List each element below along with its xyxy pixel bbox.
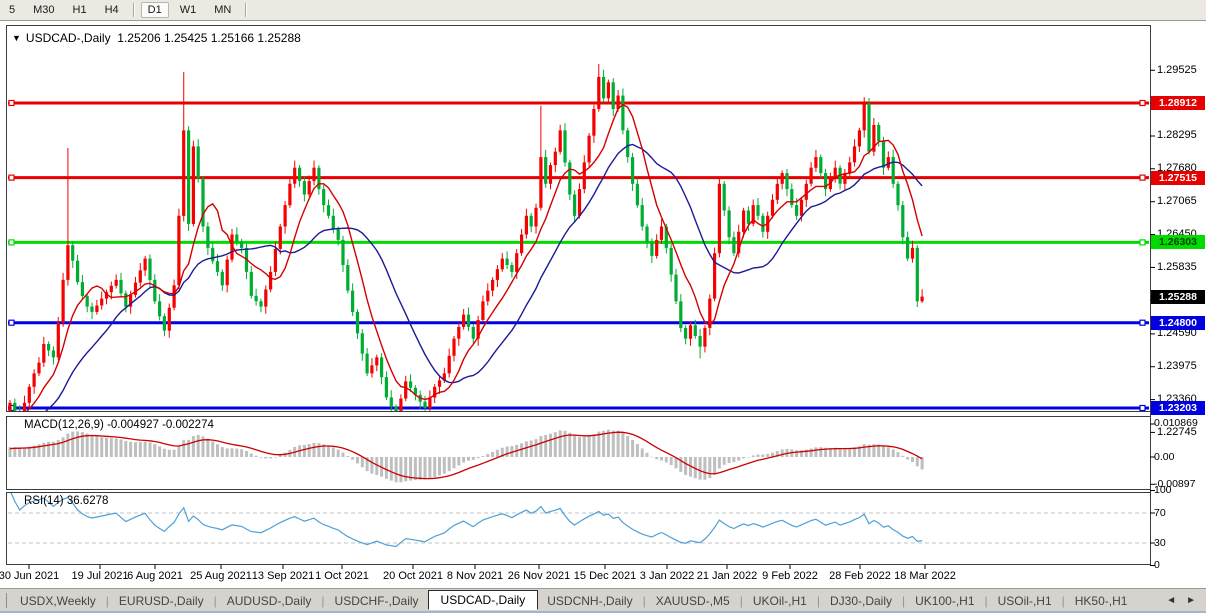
price-tick-label: 1.25835: [1157, 260, 1197, 273]
date-axis-label: 20 Oct 2021: [383, 570, 443, 582]
timeframe-button-mn[interactable]: MN: [207, 2, 238, 18]
rsi-axis-label: 0: [1154, 559, 1160, 571]
date-axis-label: 6 Aug 2021: [127, 570, 183, 582]
date-axis-label: 3 Jan 2022: [639, 570, 695, 582]
timeframe-button-w1[interactable]: W1: [173, 2, 204, 18]
rsi-axis-label: 70: [1154, 506, 1166, 519]
chart-tab-usdx[interactable]: USDX,Weekly: [11, 592, 105, 610]
level-price-tag: 1.24800: [1151, 315, 1205, 330]
chart-tab-audusd[interactable]: AUDUSD-,Daily: [218, 592, 321, 610]
level-price-tag: 1.27515: [1151, 170, 1205, 185]
tab-items: USDX,Weekly | EURUSD-,Daily | AUDUSD-,Daily |…: [11, 589, 1137, 611]
level-price-tag: 1.26303: [1151, 235, 1205, 250]
chart-window: ▼ USDCAD-,Daily 1.25206 1.25425 1.25166 1…: [0, 21, 1206, 588]
date-axis-label: 1 Oct 2021: [315, 570, 369, 582]
chart-tab-bar: USDX,Weekly | EURUSD-,Daily | AUDUSD-,Daily |…: [0, 588, 1206, 612]
date-axis-label: 25 Aug 2021: [190, 570, 252, 582]
tab-scroll-left-icon[interactable]: ◄: [1166, 595, 1176, 606]
level-price-tag: 1.28912: [1151, 96, 1205, 110]
price-chart-panel[interactable]: [6, 25, 1151, 412]
rsi-axis-label: 30: [1154, 536, 1166, 549]
chart-tab-eurusd[interactable]: EURUSD-,Daily: [110, 592, 213, 610]
timeframe-button-5[interactable]: 5: [2, 2, 22, 18]
date-axis-label: 28 Feb 2022: [829, 570, 891, 582]
date-axis-label: 26 Nov 2021: [507, 570, 571, 582]
macd-axis-label: 0.010869: [1154, 417, 1198, 430]
toolbar-separator: [132, 3, 134, 17]
chart-tab-xauusd[interactable]: XAUUSD-,M5: [647, 592, 739, 610]
tab-scroll-right-icon[interactable]: ►: [1186, 595, 1196, 606]
timeframe-button-m30[interactable]: M30: [26, 2, 61, 18]
price-tick-label: 1.23975: [1157, 360, 1197, 373]
tab-scroll-arrows: ◄ ►: [1166, 595, 1196, 606]
chart-tab-ukoil[interactable]: UKOil-,H1: [744, 592, 816, 610]
price-tick-label: 1.29525: [1157, 63, 1197, 76]
date-axis-label: 13 Sep 2021: [251, 570, 315, 582]
chart-tab-usdcad[interactable]: USDCAD-,Daily: [427, 589, 539, 610]
price-tick-label: 1.28295: [1157, 129, 1197, 142]
date-axis-label: 8 Nov 2021: [446, 570, 504, 582]
macd-axis-label: 0.00: [1154, 450, 1175, 463]
chart-symbol-label: USDCAD-,Daily: [25, 31, 111, 45]
chart-tab-uk100[interactable]: UK100-,H1: [906, 592, 983, 610]
toolbar-separator: [245, 3, 247, 17]
date-axis-label: 30 Jun 2021: [0, 570, 60, 582]
timeframe-button-h4[interactable]: H4: [98, 2, 126, 18]
chart-tab-usdcnh[interactable]: USDCNH-,Daily: [538, 592, 641, 610]
rsi-axis-label: 100: [1154, 484, 1172, 496]
tab-stub: [0, 593, 7, 608]
current-price-tag: 1.25288: [1151, 289, 1205, 304]
chart-title: ▼ USDCAD-,Daily 1.25206 1.25425 1.25166 1…: [12, 31, 301, 45]
chart-tab-hk50[interactable]: HK50-,H1: [1066, 592, 1137, 610]
date-axis-label: 15 Dec 2021: [573, 570, 637, 582]
date-axis-label: 18 Mar 2022: [894, 570, 956, 582]
date-axis-label: 9 Feb 2022: [762, 570, 818, 582]
timeframe-button-d1[interactable]: D1: [140, 2, 169, 18]
chart-ohlc-values: 1.25206 1.25425 1.25166 1.25288: [117, 31, 301, 45]
price-tick-label: 1.27065: [1157, 195, 1197, 208]
rsi-panel[interactable]: [6, 492, 1151, 565]
date-axis-label: 21 Jan 2022: [696, 570, 758, 582]
trading-terminal: { "toolbar": { "buttons": [ {"label": "5…: [0, 0, 1206, 613]
macd-indicator-label: MACD(12,26,9) -0.004927 -0.002274: [24, 419, 214, 431]
timeframe-toolbar: 5 M30 H1 H4 D1 W1 MN: [0, 0, 1206, 21]
chart-tab-dj30[interactable]: DJ30-,Daily: [821, 592, 901, 610]
timeframe-button-h1[interactable]: H1: [66, 2, 94, 18]
chart-dropdown-icon[interactable]: ▼: [12, 33, 21, 43]
level-price-tag: 1.23203: [1151, 400, 1205, 415]
chart-tab-usoil[interactable]: USOil-,H1: [989, 592, 1061, 610]
chart-tab-usdchf[interactable]: USDCHF-,Daily: [326, 592, 428, 610]
rsi-indicator-label: RSI(14) 36.6278: [24, 495, 109, 507]
date-axis-label: 19 Jul 2021: [71, 570, 129, 582]
